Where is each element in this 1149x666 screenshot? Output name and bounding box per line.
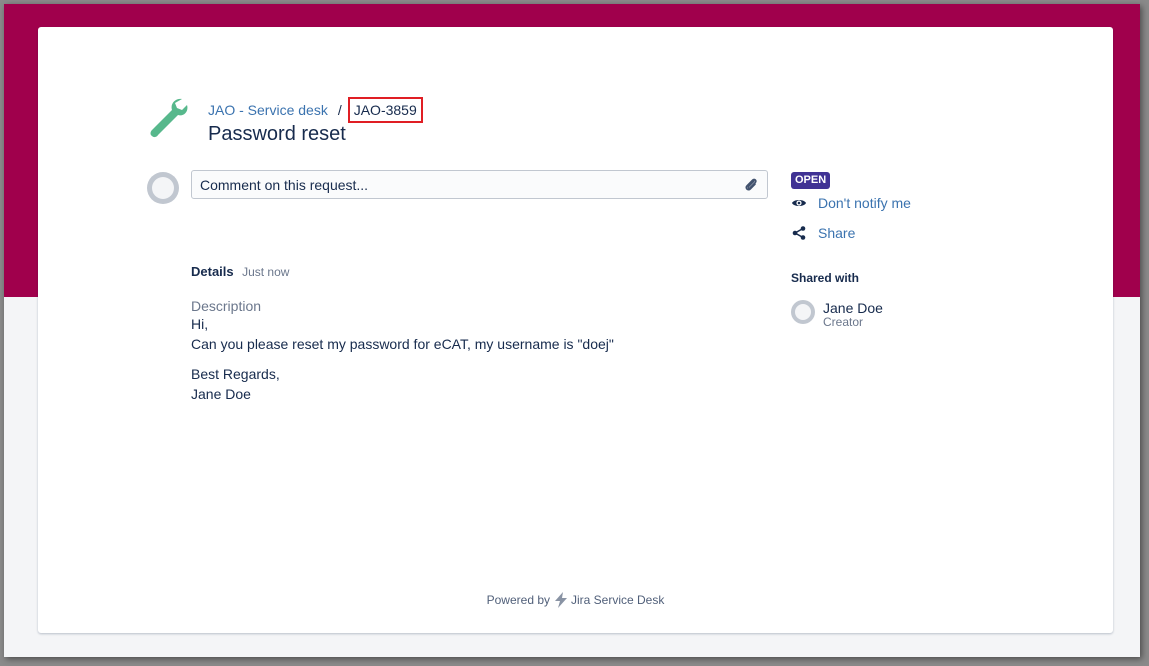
dont-notify-label: Don't notify me — [818, 195, 911, 211]
footer: Powered by Jira Service Desk — [38, 592, 1113, 608]
app-frame: JAO - Service desk / JAO-3859 Password r… — [4, 4, 1140, 657]
description-line: Hi, — [191, 316, 209, 332]
jira-logo-icon — [555, 592, 567, 608]
paperclip-icon[interactable] — [743, 177, 759, 193]
page-title: Password reset — [208, 123, 346, 145]
comment-input[interactable]: Comment on this request... — [191, 170, 768, 199]
request-sidebar: OPEN Don't notify me Share Shared with J… — [791, 170, 911, 328]
avatar-icon — [791, 300, 815, 324]
shared-with-heading: Shared with — [791, 271, 860, 285]
details-heading: Details — [191, 264, 234, 279]
breadcrumb-separator: / — [337, 102, 342, 118]
shared-user-role: Creator — [823, 315, 864, 329]
description-line: Jane Doe — [191, 386, 251, 402]
request-card: JAO - Service desk / JAO-3859 Password r… — [38, 27, 1113, 633]
shared-user-name: Jane Doe — [823, 300, 883, 316]
powered-by-text: Powered by — [486, 593, 550, 607]
breadcrumb-project-link[interactable]: JAO - Service desk — [208, 102, 328, 118]
details-section: Details Just now Description Hi, Can you… — [191, 263, 791, 404]
avatar-icon — [147, 172, 179, 204]
description-line: Can you please reset my password for eCA… — [191, 336, 614, 352]
description-line: Best Regards, — [191, 366, 280, 382]
share-button[interactable]: Share — [791, 225, 911, 241]
share-label: Share — [818, 225, 856, 241]
share-icon — [792, 226, 806, 240]
product-link[interactable]: Jira Service Desk — [571, 593, 664, 607]
eye-icon — [792, 200, 806, 206]
details-timestamp: Just now — [242, 265, 290, 279]
dont-notify-button[interactable]: Don't notify me — [791, 195, 911, 211]
wrench-icon — [150, 98, 188, 138]
details-header: Details Just now — [191, 263, 791, 281]
issue-key: JAO-3859 — [347, 97, 423, 123]
breadcrumb: JAO - Service desk / JAO-3859 — [208, 97, 423, 123]
status-badge: OPEN — [791, 172, 831, 189]
comment-placeholder: Comment on this request... — [200, 176, 369, 193]
shared-user: Jane Doe Creator — [791, 300, 911, 328]
description-label: Description — [191, 298, 262, 314]
